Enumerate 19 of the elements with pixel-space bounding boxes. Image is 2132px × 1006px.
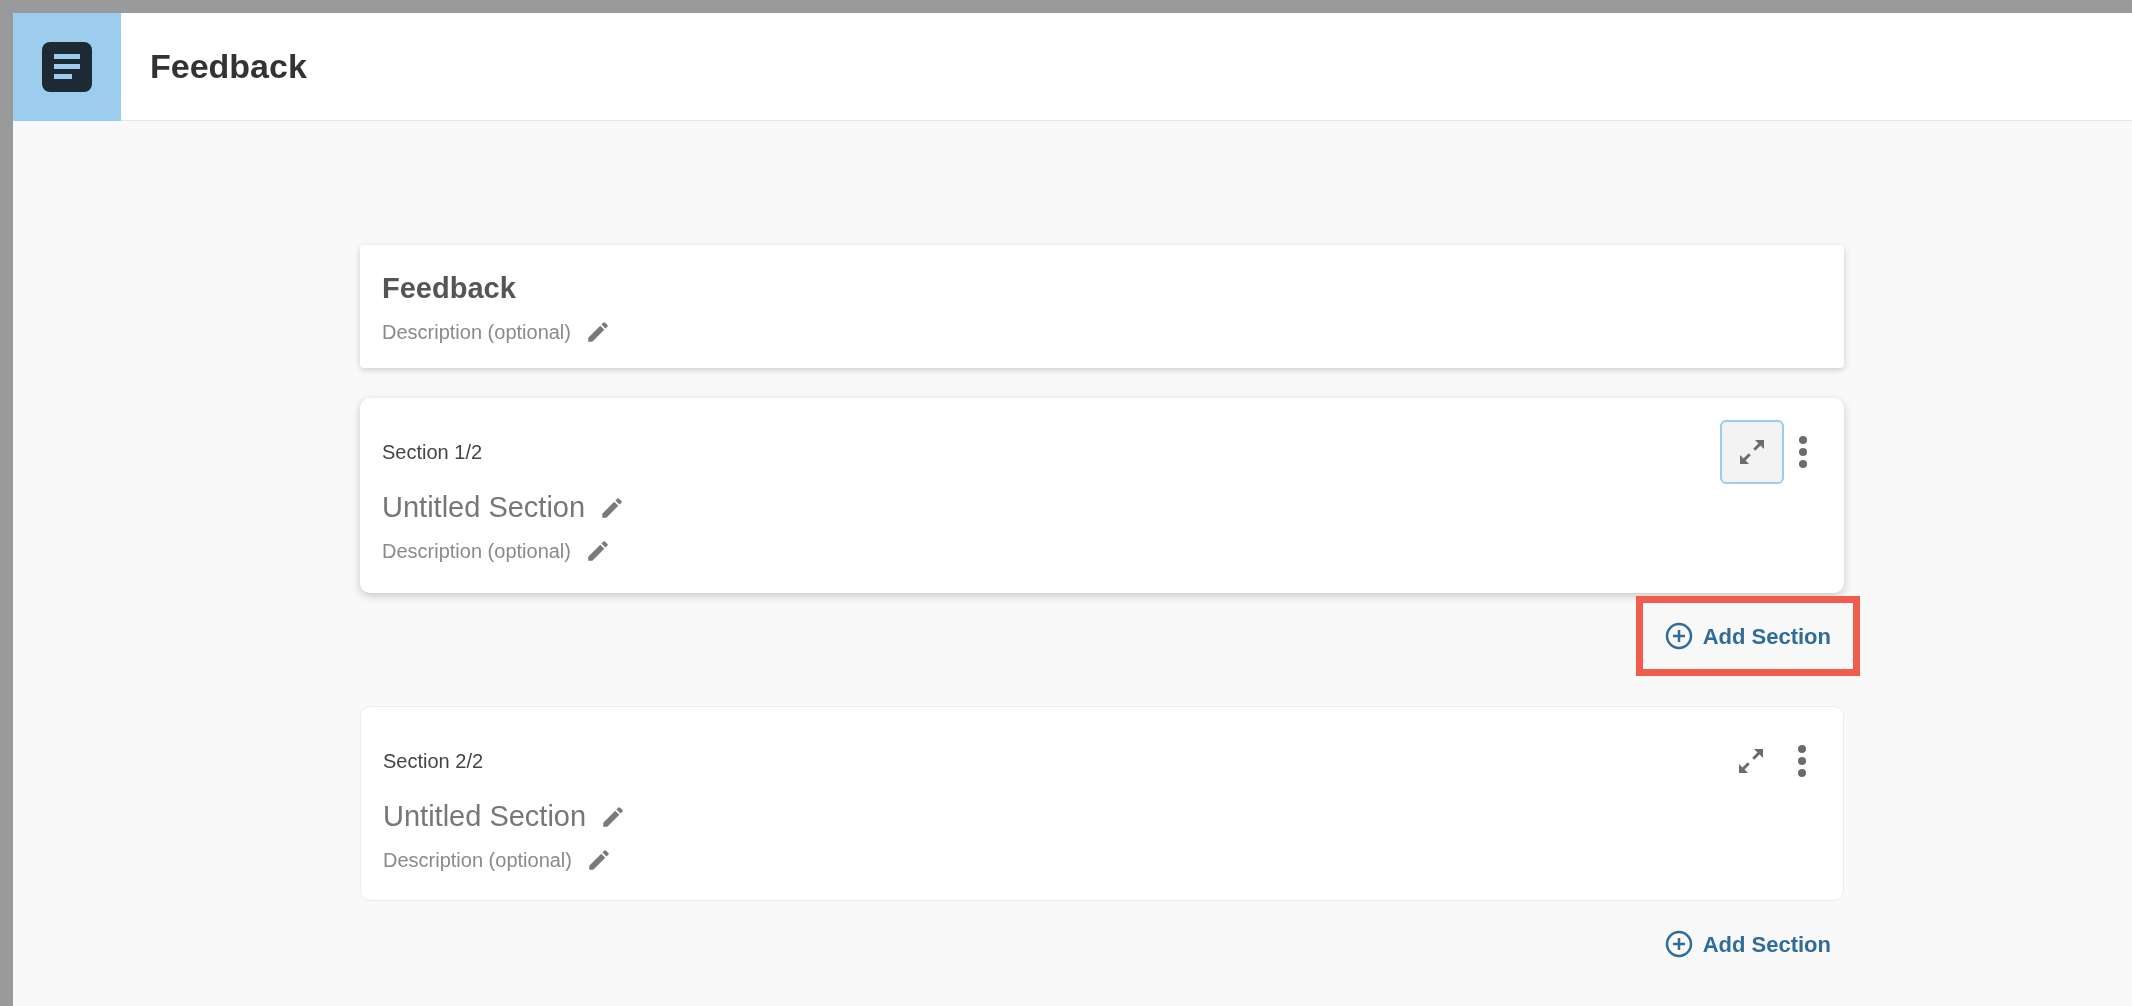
add-section-button[interactable]: Add Section <box>1635 904 1860 984</box>
section-card[interactable]: Section 1/2 Untitled Section Description (optional) <box>360 398 1844 593</box>
page-title: Feedback <box>150 46 307 87</box>
section-label: Section 2/2 <box>383 749 484 774</box>
section-label: Section 1/2 <box>382 440 483 465</box>
more-options-icon[interactable] <box>1798 436 1808 468</box>
expand-button[interactable] <box>1720 420 1784 484</box>
description-placeholder[interactable]: Description (optional) <box>383 844 572 875</box>
section-card[interactable]: Section 2/2 Untitled Section Description (optional) <box>360 706 1844 901</box>
section-title[interactable]: Untitled Section <box>382 486 586 530</box>
more-options-icon[interactable] <box>1797 745 1807 777</box>
plus-circle-icon <box>1664 622 1693 650</box>
add-section-button[interactable]: Add Section <box>1635 596 1860 676</box>
description-placeholder[interactable]: Description (optional) <box>382 316 571 347</box>
section-title[interactable]: Untitled Section <box>383 795 587 839</box>
description-placeholder[interactable]: Description (optional) <box>382 535 571 566</box>
form-title: Feedback <box>382 271 517 306</box>
document-lines-icon <box>42 41 92 92</box>
plus-circle-icon <box>1664 930 1693 958</box>
